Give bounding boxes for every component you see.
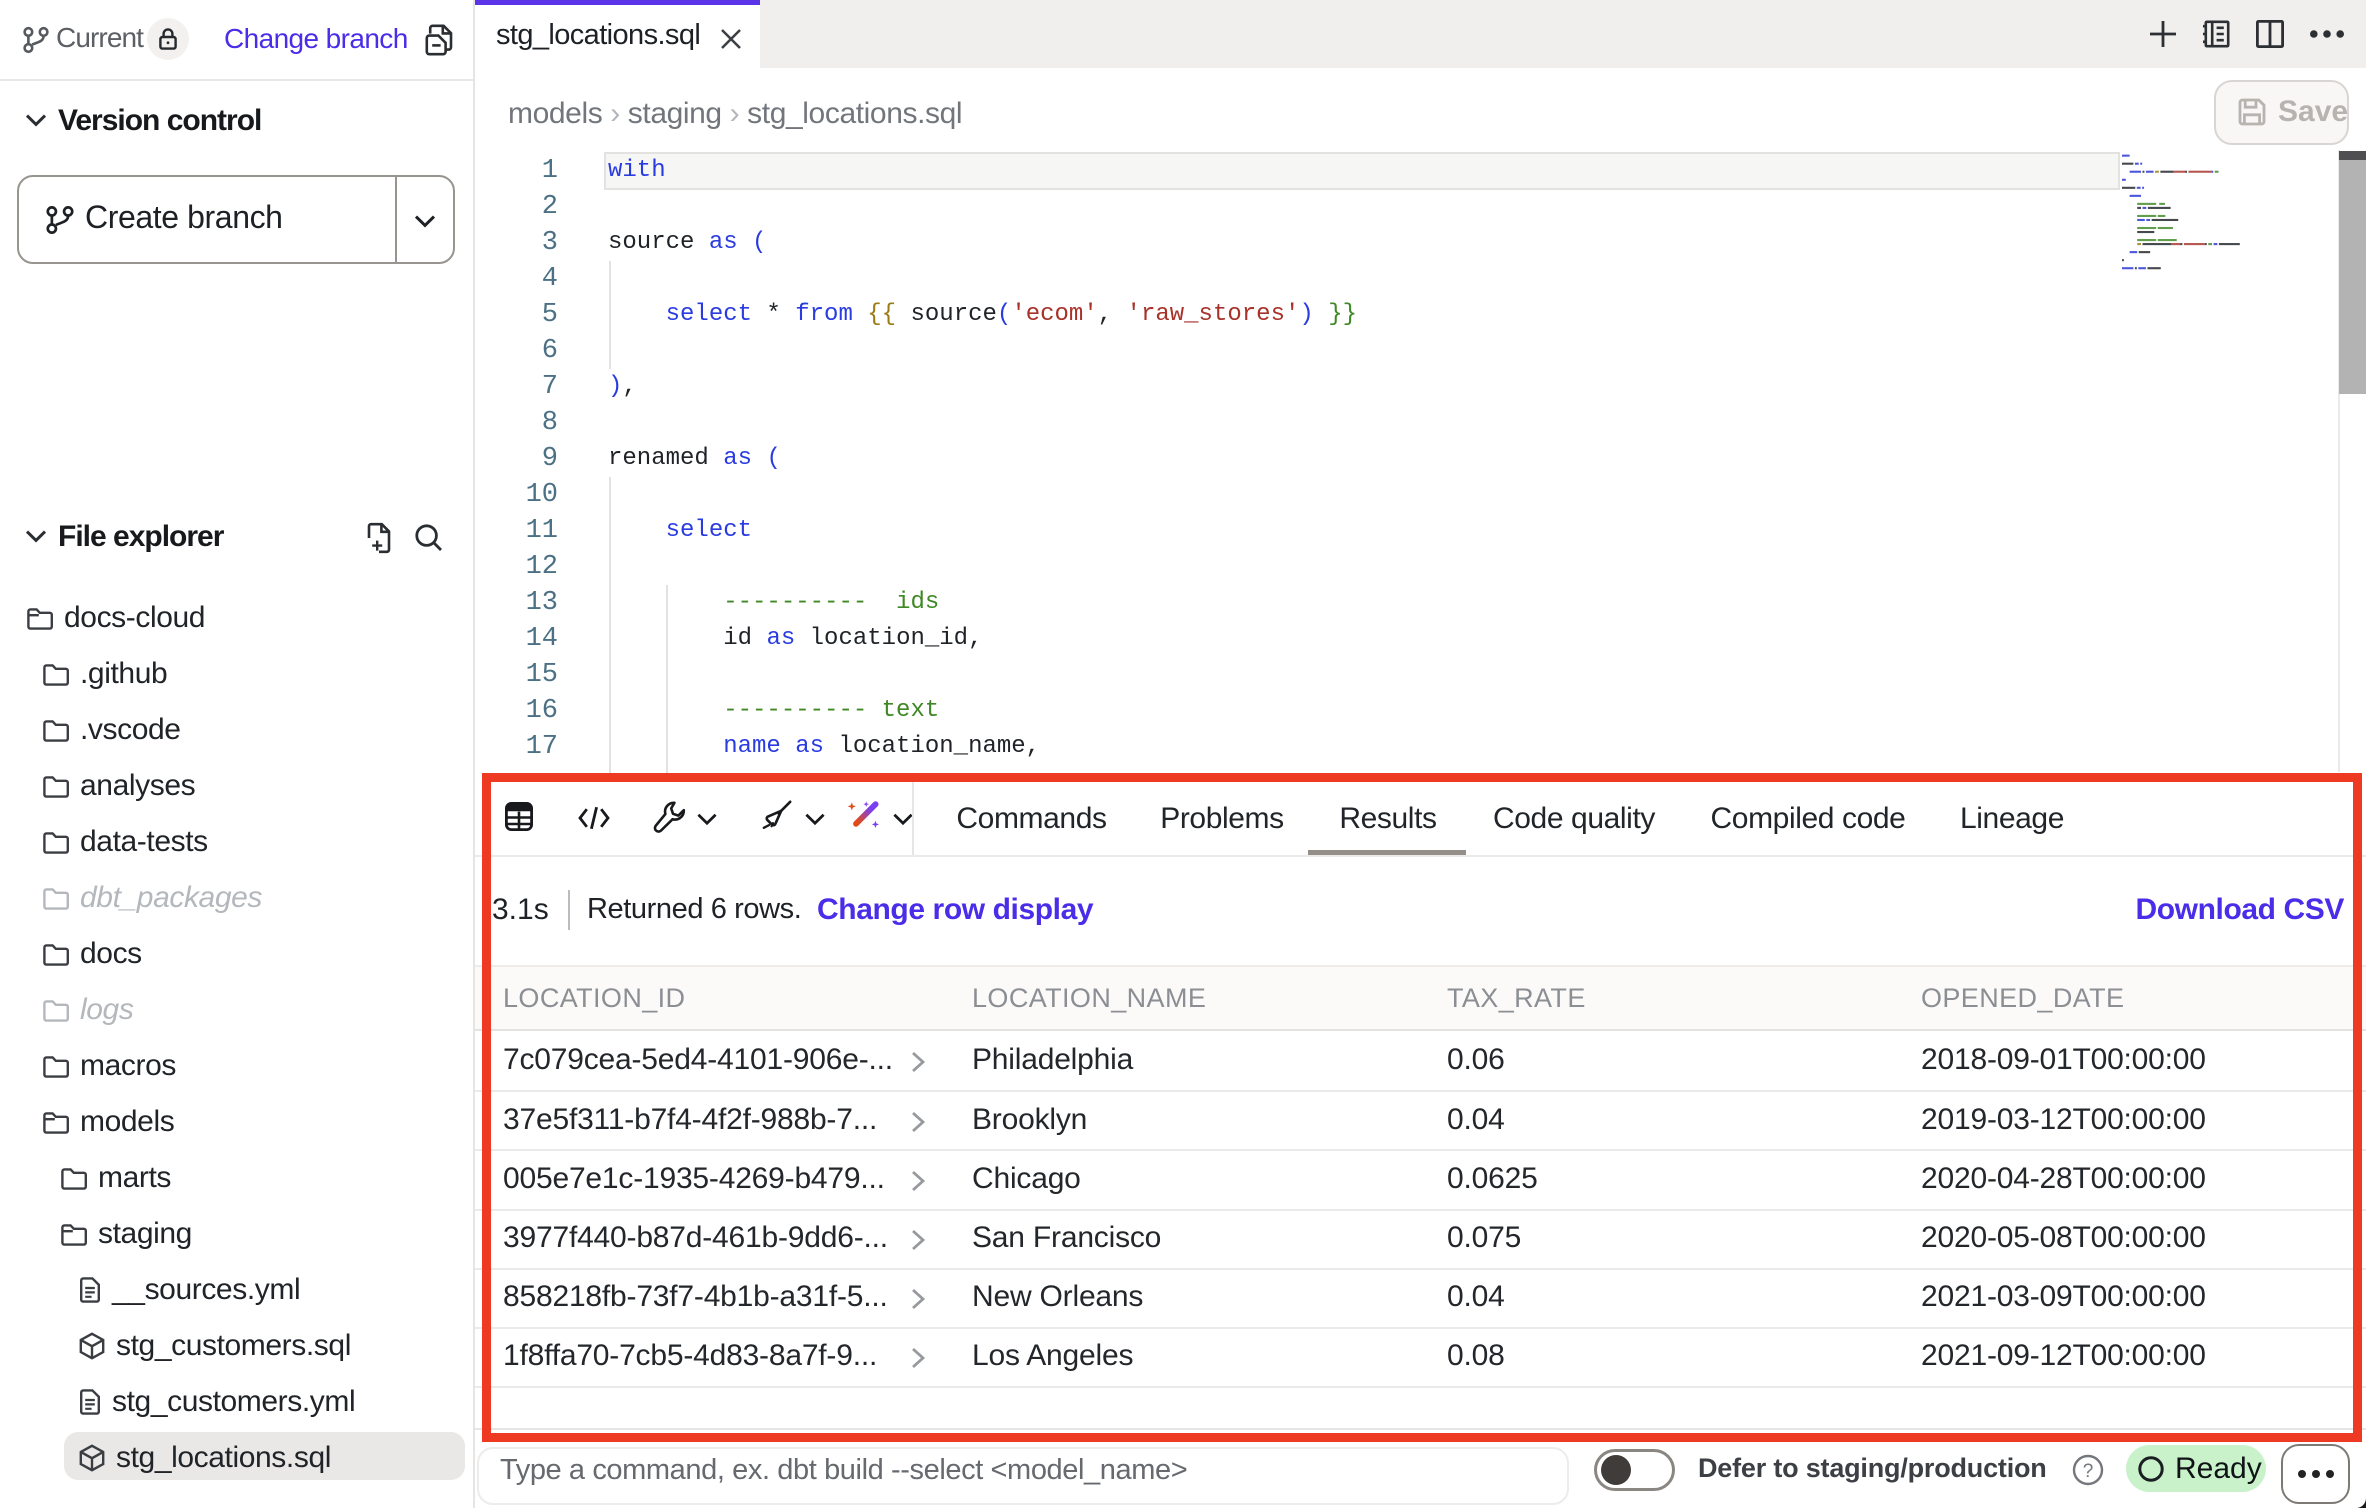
svg-text:?: ? [2083, 1461, 2094, 1482]
